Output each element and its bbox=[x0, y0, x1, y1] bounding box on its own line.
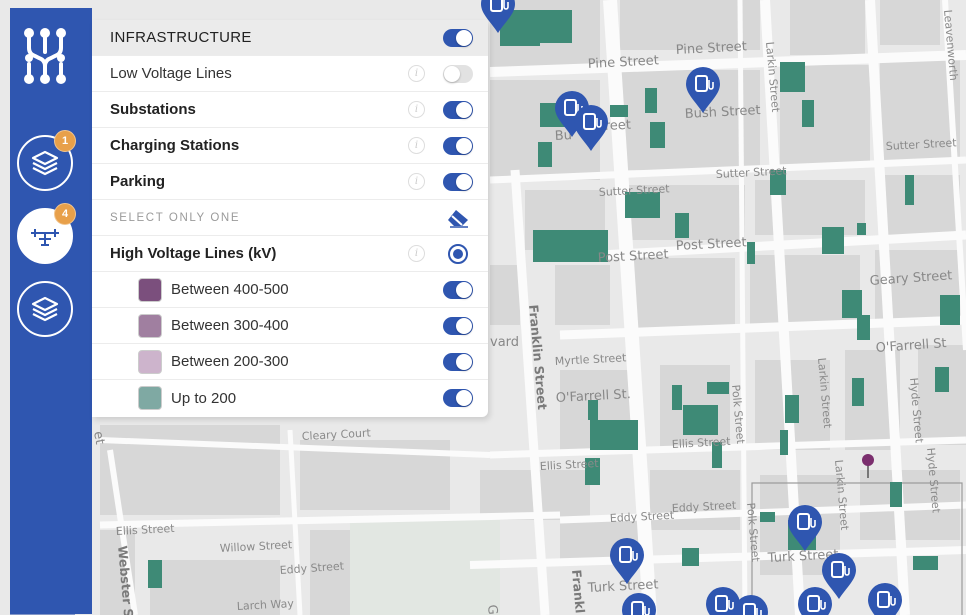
infrastructure-panel: INFRASTRUCTURE Low Voltage Lines i Subst… bbox=[92, 20, 488, 417]
info-icon[interactable]: i bbox=[408, 245, 425, 262]
color-swatch bbox=[138, 386, 162, 410]
charging-station-pin[interactable] bbox=[796, 586, 834, 615]
panel-title: INFRASTRUCTURE bbox=[110, 29, 252, 46]
layers-badge: 1 bbox=[54, 130, 76, 152]
layer-label: Charging Stations bbox=[110, 137, 240, 154]
app-logo-icon[interactable] bbox=[19, 26, 71, 86]
info-icon[interactable]: i bbox=[408, 65, 425, 82]
range-toggle[interactable] bbox=[443, 352, 473, 371]
infrastructure-button[interactable]: 4 bbox=[17, 203, 76, 264]
panel-header: INFRASTRUCTURE bbox=[92, 20, 488, 56]
charging-station-pin[interactable] bbox=[786, 504, 824, 552]
layer-row-high-voltage: High Voltage Lines (kV) i bbox=[92, 236, 488, 272]
charging-station-pin[interactable] bbox=[620, 592, 658, 615]
color-swatch bbox=[138, 349, 162, 374]
substations-toggle[interactable] bbox=[443, 100, 473, 119]
layers-button[interactable]: 1 bbox=[17, 130, 76, 191]
info-icon[interactable]: i bbox=[408, 137, 425, 154]
charging-station-pin[interactable] bbox=[572, 104, 610, 152]
base-layers-button[interactable] bbox=[17, 281, 73, 337]
range-toggle[interactable] bbox=[443, 280, 473, 299]
info-icon[interactable]: i bbox=[408, 173, 425, 190]
range-label: Between 300-400 bbox=[171, 317, 289, 334]
color-swatch bbox=[138, 313, 162, 338]
layer-row-low-voltage: Low Voltage Lines i bbox=[92, 56, 488, 92]
charging-station-pin[interactable] bbox=[732, 594, 770, 615]
sidebar: 1 4 bbox=[10, 8, 92, 614]
range-toggle[interactable] bbox=[443, 389, 473, 407]
range-toggle[interactable] bbox=[443, 316, 473, 335]
high-voltage-radio[interactable] bbox=[448, 243, 468, 264]
charging-stations-toggle[interactable] bbox=[443, 136, 473, 155]
voltage-range-row: Up to 200 bbox=[92, 380, 488, 416]
layer-row-charging-stations: Charging Stations i bbox=[92, 128, 488, 164]
charging-station-pin[interactable] bbox=[608, 537, 646, 585]
select-one-row: SELECT ONLY ONE bbox=[92, 200, 488, 236]
color-swatch bbox=[138, 277, 162, 302]
eraser-icon[interactable] bbox=[446, 208, 470, 228]
layer-label: Substations bbox=[110, 101, 196, 118]
voltage-range-row: Between 300-400 bbox=[92, 308, 488, 344]
parking-toggle[interactable] bbox=[443, 172, 473, 191]
power-line-icon bbox=[31, 229, 59, 246]
range-label: Between 200-300 bbox=[171, 353, 289, 370]
voltage-range-row: Between 200-300 bbox=[92, 344, 488, 380]
layer-label: Low Voltage Lines bbox=[110, 65, 232, 82]
charging-station-pin[interactable] bbox=[684, 66, 722, 114]
charging-station-pin[interactable] bbox=[866, 582, 904, 615]
street-gough-partial: Go bbox=[484, 604, 501, 615]
range-label: Up to 200 bbox=[171, 389, 237, 407]
layer-row-substations: Substations i bbox=[92, 92, 488, 128]
layer-label: Parking bbox=[110, 173, 166, 190]
infrastructure-toggle[interactable] bbox=[443, 28, 473, 47]
low-voltage-toggle[interactable] bbox=[443, 64, 473, 83]
range-label: Between 400-500 bbox=[171, 281, 289, 298]
stack-icon bbox=[31, 296, 59, 322]
layer-row-parking: Parking i bbox=[92, 164, 488, 200]
street-partial-et: et bbox=[90, 430, 107, 446]
infrastructure-badge: 4 bbox=[54, 203, 76, 225]
layer-label: High Voltage Lines (kV) bbox=[110, 245, 277, 262]
info-icon[interactable]: i bbox=[408, 101, 425, 118]
select-hint: SELECT ONLY ONE bbox=[110, 211, 241, 224]
voltage-range-row: Between 400-500 bbox=[92, 272, 488, 308]
street-boulevard-partial: vard bbox=[490, 335, 519, 350]
layers-icon bbox=[31, 150, 59, 176]
